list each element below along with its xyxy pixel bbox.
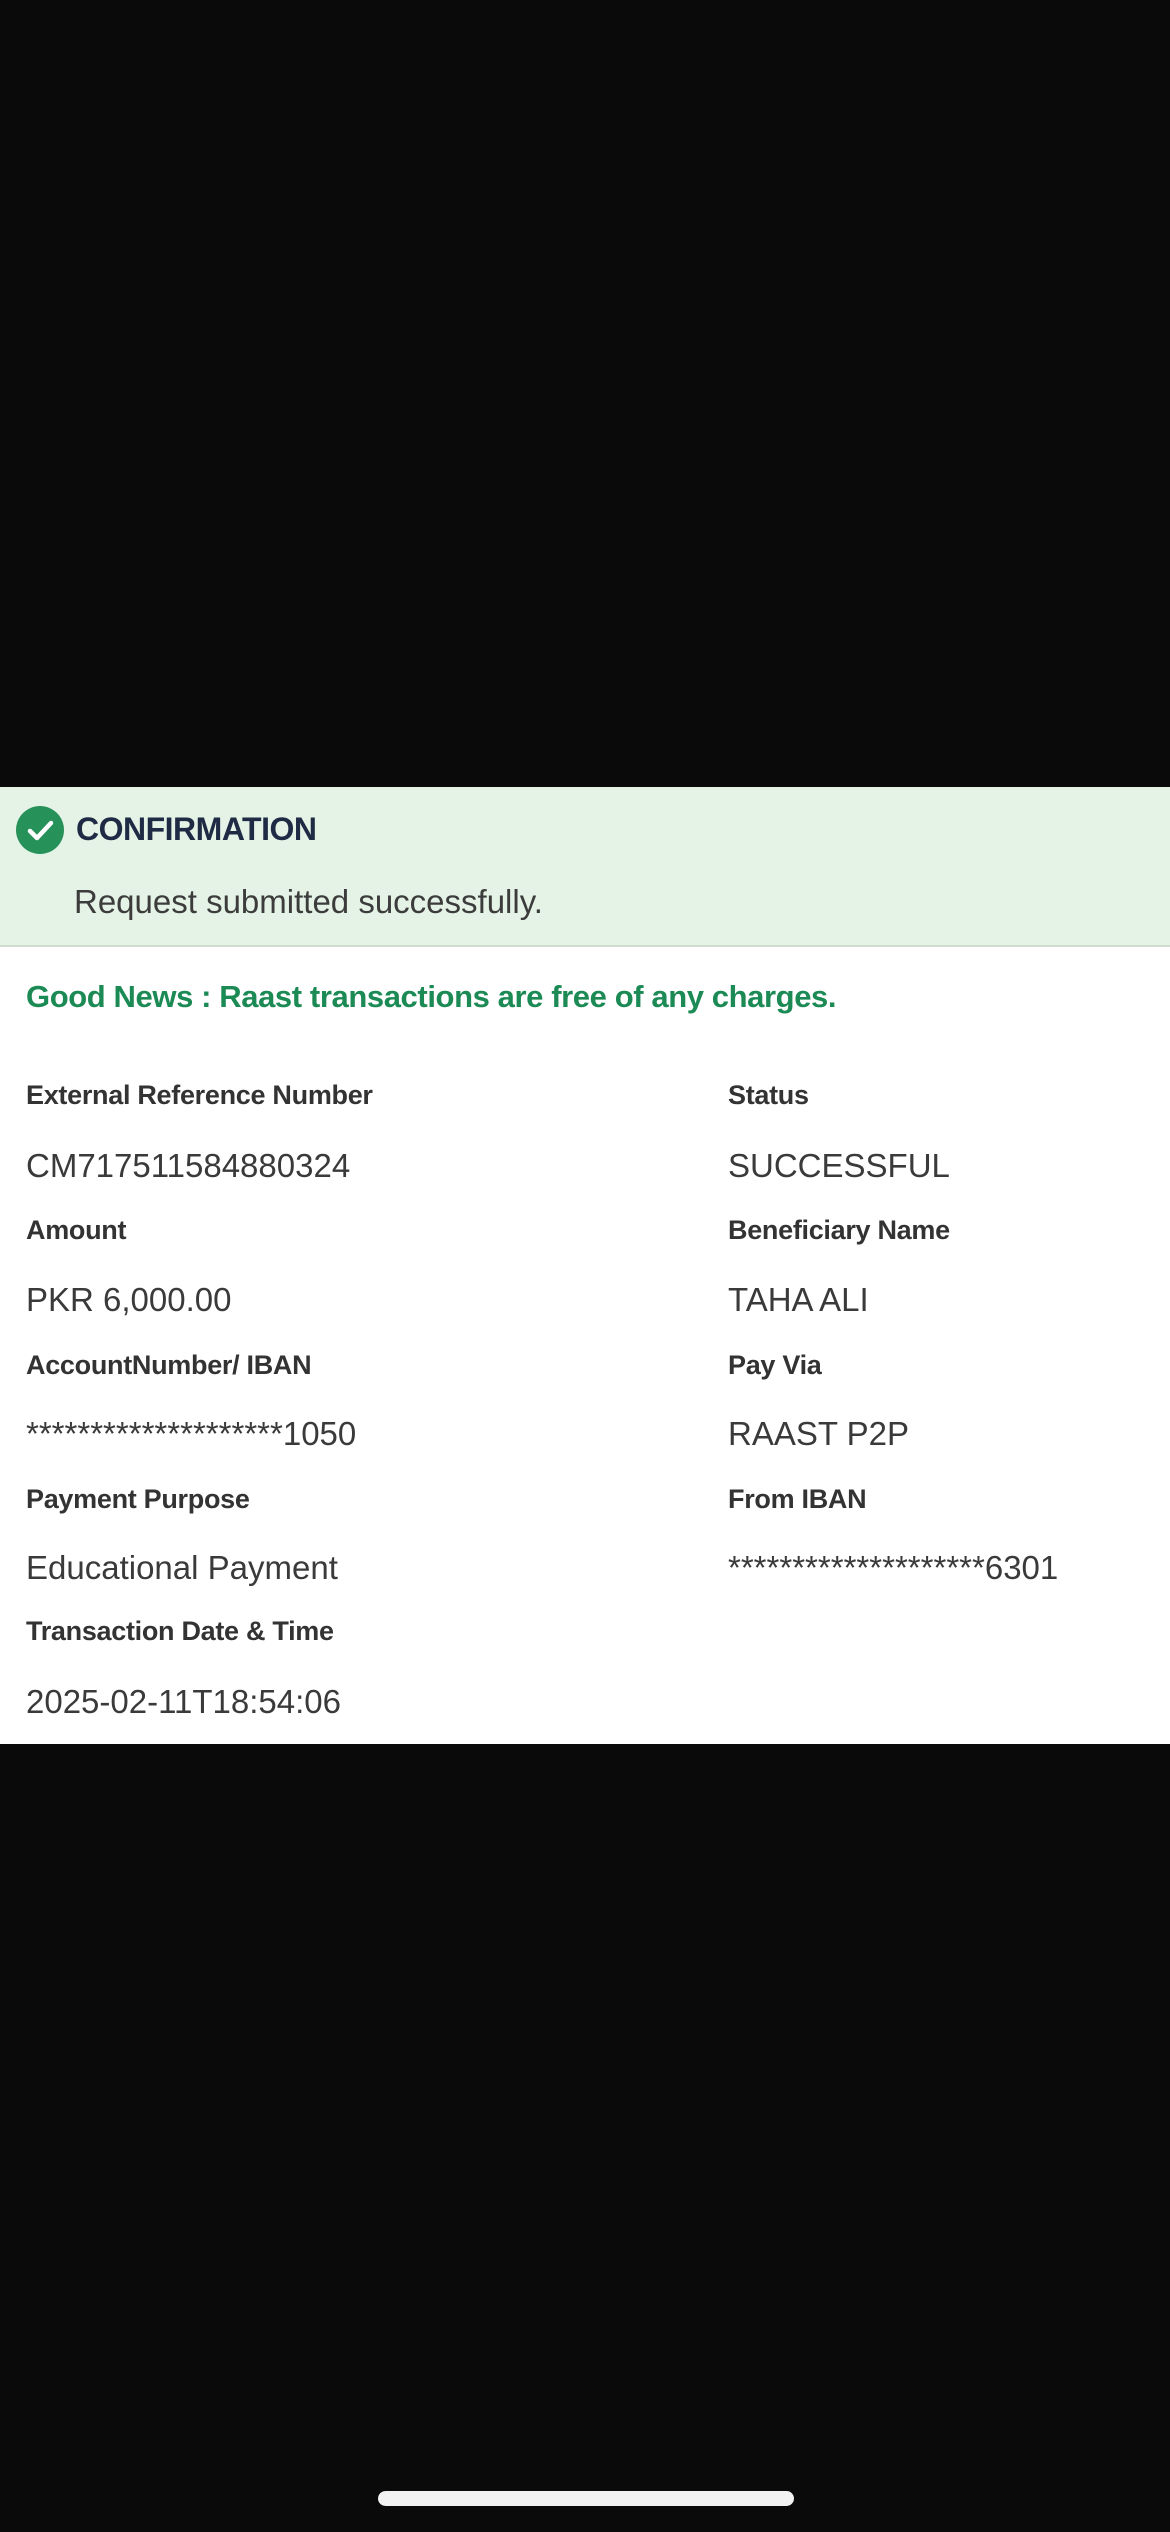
transaction-datetime-label: Transaction Date & Time xyxy=(26,1616,334,1646)
from-iban-value: ********************6301 xyxy=(728,1549,1059,1586)
account-iban-value: ********************1050 xyxy=(26,1415,357,1452)
payment-purpose-label: Payment Purpose xyxy=(26,1484,250,1514)
confirmation-title: CONFIRMATION xyxy=(76,811,317,847)
transaction-datetime-value: 2025-02-11T18:54:06 xyxy=(26,1683,341,1720)
confirmation-banner: CONFIRMATION Request submitted successfu… xyxy=(0,787,1170,947)
account-iban-label: AccountNumber/ IBAN xyxy=(26,1350,312,1380)
beneficiary-name-value: TAHA ALI xyxy=(728,1281,869,1318)
amount-label: Amount xyxy=(26,1215,127,1245)
beneficiary-name-label: Beneficiary Name xyxy=(728,1215,950,1245)
status-label: Status xyxy=(728,1080,809,1110)
payment-purpose-value: Educational Payment xyxy=(26,1549,338,1586)
external-ref-value: CM717511584880324 xyxy=(26,1147,351,1184)
pay-via-label: Pay Via xyxy=(728,1350,822,1380)
external-ref-label: External Reference Number xyxy=(26,1080,373,1110)
pay-via-value: RAAST P2P xyxy=(728,1415,909,1452)
from-iban-label: From IBAN xyxy=(728,1484,867,1514)
good-news-notice: Good News : Raast transactions are free … xyxy=(26,979,837,1014)
transaction-confirmation-card: CONFIRMATION Request submitted successfu… xyxy=(0,787,1170,1744)
confirmation-message: Request submitted successfully. xyxy=(74,883,543,920)
home-indicator[interactable] xyxy=(378,2491,794,2506)
status-value: SUCCESSFUL xyxy=(728,1147,950,1184)
amount-value: PKR 6,000.00 xyxy=(26,1281,232,1318)
check-circle-icon xyxy=(16,806,64,854)
